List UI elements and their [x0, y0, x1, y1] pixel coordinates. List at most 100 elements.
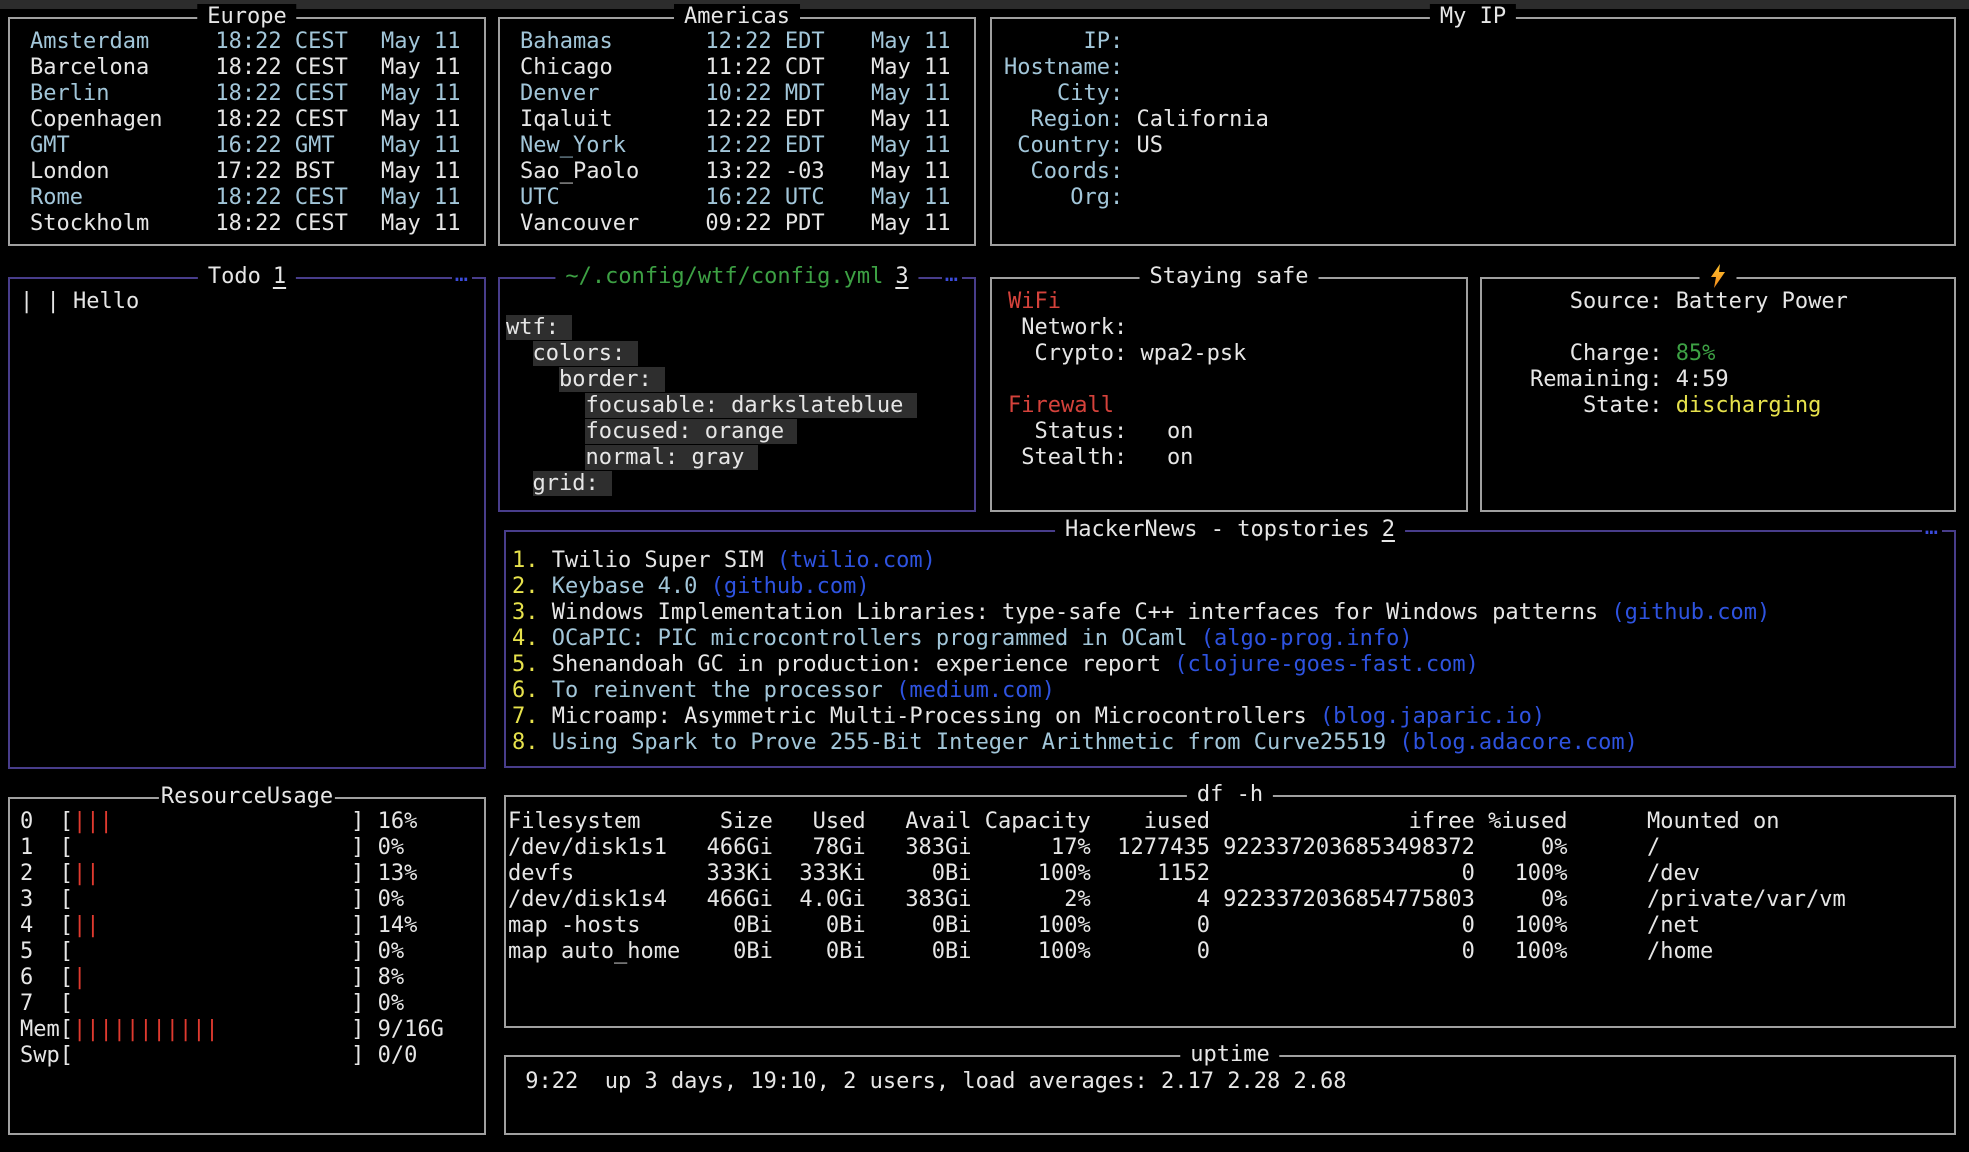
df-size: 333Ki — [693, 861, 772, 887]
df-row: /dev/disk1s4466Gi4.0Gi383Gi2%49223372036… — [508, 887, 1954, 913]
df-ifree: 9223372036853498372 — [1210, 835, 1475, 861]
meter-close-bracket: ] — [351, 1043, 364, 1068]
meter-close-bracket: ] — [351, 887, 364, 912]
clock-list-europe: Amsterdam18:22CESTMay 11 Barcelona18:22C… — [10, 19, 484, 237]
story-url-link[interactable]: (github.com) — [711, 574, 870, 599]
meter-label: Swp — [20, 1043, 60, 1069]
df-row: /dev/disk1s1466Gi78Gi383Gi17%12774359223… — [508, 835, 1954, 861]
clock-timezone: CEST — [295, 185, 381, 211]
story-url-link[interactable]: (algo-prog.info) — [1201, 626, 1413, 651]
todo-item-label: Hello — [73, 289, 139, 314]
ip-info-row: IP: — [1004, 29, 1954, 55]
df-ifree: 0 — [1210, 913, 1475, 939]
clock-date: May 11 — [871, 185, 950, 210]
df-avail: 0Bi — [866, 939, 972, 965]
df-ifree: 0 — [1210, 861, 1475, 887]
clock-time: 18:22 — [215, 185, 294, 211]
battery-value: 4:59 — [1676, 367, 1729, 392]
clock-date: May 11 — [381, 81, 460, 106]
story-url-link[interactable]: (clojure-goes-fast.com) — [1174, 652, 1479, 677]
clock-time: 12:22 — [705, 133, 784, 159]
df-percent-iused: 0% — [1475, 887, 1568, 913]
ip-info-row: Country:US — [1004, 133, 1954, 159]
meter-close-bracket: ] — [351, 991, 364, 1016]
meter-close-bracket: ] — [351, 835, 364, 860]
meter-open-bracket: [ — [60, 887, 73, 912]
meter-value: 13% — [378, 861, 418, 886]
config-line: border: — [506, 367, 974, 393]
clock-timezone: CEST — [295, 107, 381, 133]
df-row: map auto_home0Bi0Bi0Bi100%00100%/home — [508, 939, 1954, 965]
df-size: 466Gi — [693, 835, 772, 861]
todo-list: | | Hello — [10, 279, 484, 315]
hackernews-story[interactable]: 8.Using Spark to Prove 255-Bit Integer A… — [512, 730, 1954, 756]
df-col-used: Used — [773, 809, 866, 835]
todo-checkbox[interactable]: | | — [20, 289, 60, 314]
story-url-link[interactable]: (twilio.com) — [777, 548, 936, 573]
clock-time: 18:22 — [215, 211, 294, 237]
hackernews-story[interactable]: 1.Twilio Super SIM(twilio.com) — [512, 548, 1954, 574]
df-avail: 383Gi — [866, 887, 972, 913]
clock-date: May 11 — [871, 159, 950, 184]
meter-open-bracket: [ — [60, 809, 73, 834]
df-filesystem: map auto_home — [508, 939, 693, 965]
meter-open-bracket: [ — [60, 1043, 73, 1068]
df-col-mounted-on: Mounted on — [1647, 809, 1779, 835]
meter-value: 8% — [378, 965, 405, 990]
battery-label: State: — [1530, 393, 1662, 419]
story-number: 2. — [512, 574, 538, 600]
hackernews-story[interactable]: 6.To reinvent the processor(medium.com) — [512, 678, 1954, 704]
config-line: normal: gray — [506, 445, 974, 471]
df-row: map -hosts0Bi0Bi0Bi100%00100%/net — [508, 913, 1954, 939]
config-line-text: border: — [559, 367, 665, 392]
ip-label: Hostname: — [1004, 55, 1123, 80]
battery-value: discharging — [1676, 393, 1822, 418]
clock-city: Sao_Paolo — [520, 159, 705, 185]
panel-disk-usage: df -h FilesystemSizeUsedAvailCapacityius… — [504, 795, 1956, 1028]
panel-resource-usage: ResourceUsage 0[|||]16% 1[]0% 2[||]13% 3… — [8, 797, 486, 1135]
config-line-text: focused: orange — [585, 419, 797, 444]
clock-city: New_York — [520, 133, 705, 159]
df-filesystem: map -hosts — [508, 913, 693, 939]
security-line: Status: on — [1008, 419, 1466, 445]
clock-timezone: EDT — [785, 107, 871, 133]
df-col-avail: Avail — [866, 809, 972, 835]
df-iused: 1277435 — [1091, 835, 1210, 861]
resource-meter-row: 4[||]14% — [20, 913, 484, 939]
story-url-link[interactable]: (medium.com) — [896, 678, 1055, 703]
panel-config-file[interactable]: ~/.config/wtf/config.yml3 … wtf: colors:… — [498, 277, 976, 512]
config-line: focused: orange — [506, 419, 974, 445]
resource-meter-row: Swp[]0/0 — [20, 1043, 484, 1069]
df-avail: 0Bi — [866, 913, 972, 939]
config-line: wtf: — [506, 315, 974, 341]
df-used: 4.0Gi — [773, 887, 866, 913]
clock-row: New_York12:22EDTMay 11 — [520, 133, 974, 159]
clock-time: 18:22 — [215, 55, 294, 81]
meter-label: 6 — [20, 965, 60, 991]
todo-item[interactable]: | | Hello — [20, 289, 484, 315]
panel-hackernews[interactable]: HackerNews - topstories2 … 1.Twilio Supe… — [504, 530, 1956, 768]
clock-time: 16:22 — [705, 185, 784, 211]
story-url-link[interactable]: (blog.adacore.com) — [1399, 730, 1637, 755]
story-number: 8. — [512, 730, 538, 756]
hackernews-story[interactable]: 2.Keybase 4.0(github.com) — [512, 574, 1954, 600]
hackernews-story[interactable]: 4.OCaPIC: PIC microcontrollers programme… — [512, 626, 1954, 652]
clock-time: 17:22 — [215, 159, 294, 185]
story-url-link[interactable]: (github.com) — [1611, 600, 1770, 625]
clock-city: GMT — [30, 133, 215, 159]
panel-todo[interactable]: Todo1 … | |Hello — [8, 277, 486, 769]
meter-label: 1 — [20, 835, 60, 861]
df-mount-point: / — [1647, 835, 1660, 861]
ip-label: Coords: — [1004, 159, 1123, 184]
hackernews-story[interactable]: 7.Microamp: Asymmetric Multi-Processing … — [512, 704, 1954, 730]
meter-value: 14% — [378, 913, 418, 938]
ip-label: Country: — [1004, 133, 1123, 158]
resource-meter-row: 1[]0% — [20, 835, 484, 861]
hackernews-story[interactable]: 3.Windows Implementation Libraries: type… — [512, 600, 1954, 626]
meter-open-bracket: [ — [60, 939, 73, 964]
hackernews-story[interactable]: 5.Shenandoah GC in production: experienc… — [512, 652, 1954, 678]
story-url-link[interactable]: (blog.japaric.io) — [1320, 704, 1545, 729]
story-number: 4. — [512, 626, 538, 652]
security-line: Network: — [1008, 315, 1466, 341]
clock-row: Iqaluit12:22EDTMay 11 — [520, 107, 974, 133]
